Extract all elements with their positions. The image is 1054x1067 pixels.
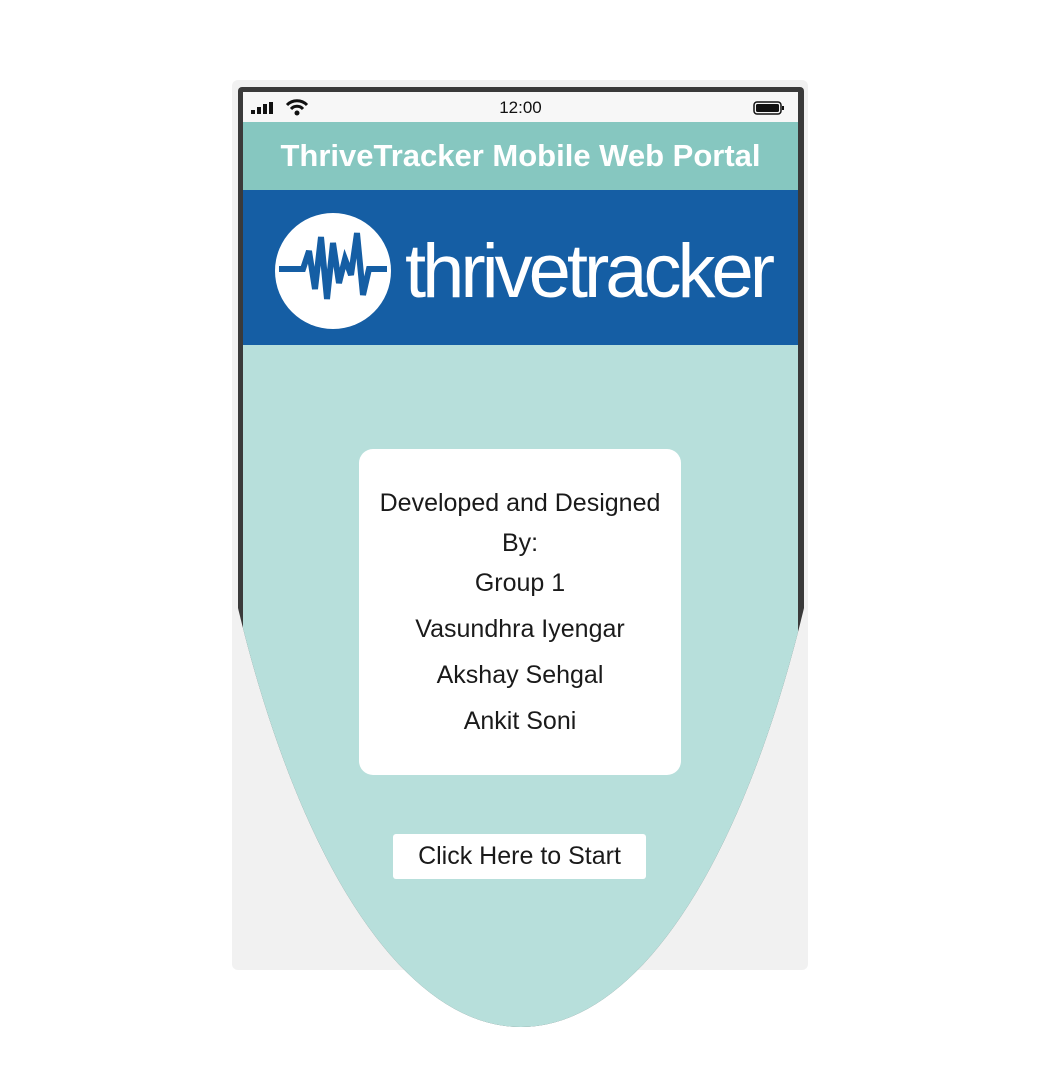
battery-icon — [753, 101, 784, 115]
logo-banner: thrivetracker — [243, 190, 798, 345]
heartbeat-logo-icon — [275, 213, 391, 329]
group-name: Group 1 — [474, 569, 566, 597]
page-title: ThriveTracker Mobile Web Portal — [280, 138, 761, 173]
member-name: Ankit Soni — [463, 707, 577, 735]
header-bar: ThriveTracker Mobile Web Portal — [243, 122, 798, 190]
credits-card: Developed and Designed By: Group 1 Vasun… — [359, 449, 681, 775]
status-bar: 12:00 — [243, 92, 798, 122]
credits-heading: Developed and Designed By: — [379, 489, 661, 557]
status-time: 12:00 — [499, 98, 542, 117]
logo-wordmark: thrivetracker — [405, 229, 775, 314]
member-name: Vasundhra Iyengar — [415, 615, 625, 643]
member-name: Akshay Sehgal — [436, 661, 604, 689]
start-button[interactable]: Click Here to Start — [393, 834, 646, 879]
